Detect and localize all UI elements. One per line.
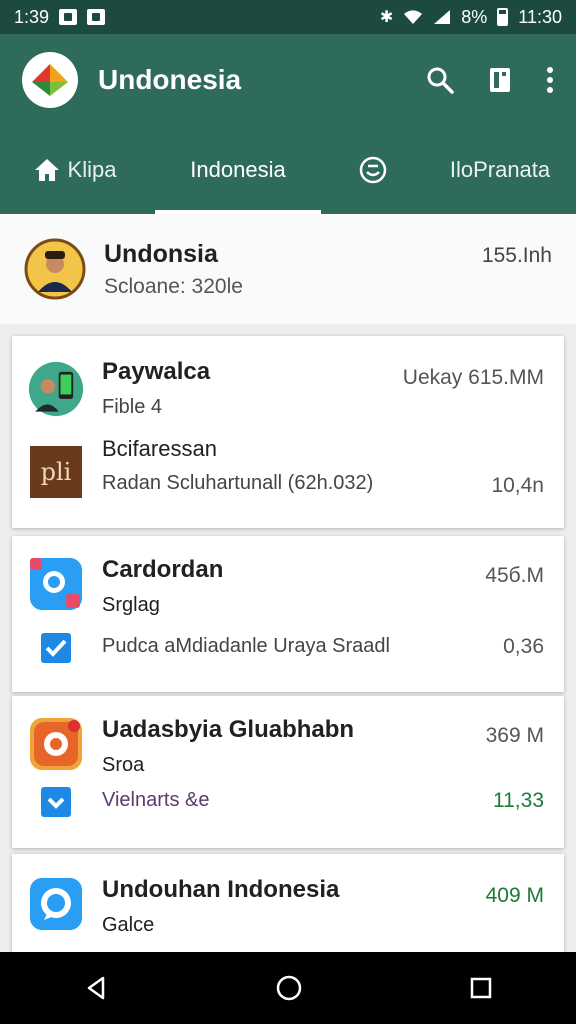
header-subtitle: Scloane: 320le	[104, 274, 243, 298]
wifi-icon	[404, 10, 423, 24]
search-icon[interactable]	[426, 66, 454, 94]
card-secondary-value: 0,36	[503, 635, 544, 658]
gallery-notification-icon	[87, 9, 106, 25]
card-title: Cardordan	[102, 556, 224, 583]
battery-percent: 8%	[461, 6, 488, 27]
card-secondary-sub: Vielnarts &e	[102, 789, 210, 811]
header-size: 155.Inh	[481, 244, 552, 267]
card-secondary-value: 10,4n	[491, 474, 544, 497]
tab-bar: Klipa Indonesia IloPranata	[0, 126, 576, 214]
list-card[interactable]: Uadasbyia Gluabhabn Sroa 369 M Vielnarts…	[12, 696, 564, 848]
card-secondary-sub: Radan Scluhartunall (62h.032)	[102, 472, 374, 494]
card-subtitle: Galce	[102, 914, 155, 936]
notification-icon	[59, 9, 78, 25]
list-card[interactable]: Cardordan Srglag 45б.M Pudca aMdiadanle …	[12, 536, 564, 692]
card-title: Undouhan Indonesia	[102, 876, 340, 903]
pli-app-icon: pli	[30, 446, 82, 498]
card-subtitle: Sroa	[102, 754, 145, 776]
status-time-left: 1:39	[14, 6, 50, 27]
back-icon[interactable]	[83, 975, 109, 1001]
emoji-icon	[359, 156, 387, 184]
card-subtitle: Srglag	[102, 594, 160, 616]
camera-app-icon	[30, 558, 82, 610]
orange-app-icon	[30, 718, 82, 770]
home-icon	[34, 159, 59, 181]
tab-home[interactable]: Klipa	[0, 126, 150, 214]
card-size: 369 M	[485, 724, 544, 747]
recents-icon[interactable]	[469, 976, 493, 1000]
bluetooth-icon: ✱	[379, 9, 394, 26]
more-vert-icon[interactable]	[546, 66, 554, 94]
avatar	[24, 238, 86, 300]
card-size: 45б.M	[485, 564, 544, 587]
card-size: 409 M	[485, 884, 544, 907]
checkbox-chevron-icon[interactable]	[39, 785, 73, 819]
checkbox-checked-icon[interactable]	[39, 631, 73, 665]
header-title: Undonsia	[104, 239, 218, 268]
status-bar: 1:39 ✱ 8% 11:30	[0, 0, 576, 34]
app-title: Undonesia	[98, 64, 242, 95]
tab-emoji[interactable]	[321, 126, 425, 214]
profile-phone-icon	[28, 361, 84, 417]
card-size: Uekay 615.MM	[402, 366, 544, 389]
content-list: Undonsia Scloane: 320le 155.Inh Paywalca…	[0, 214, 576, 952]
card-subtitle: Fible 4	[102, 396, 163, 418]
chat-app-icon	[30, 878, 82, 930]
battery-icon	[497, 8, 509, 26]
app-bar: Undonesia Klipa Indonesia IloPranata	[0, 34, 576, 214]
list-card[interactable]: Undouhan Indonesia Galce 409 M	[12, 854, 564, 952]
account-header[interactable]: Undonsia Scloane: 320le 155.Inh	[0, 214, 576, 324]
book-icon[interactable]	[488, 66, 512, 94]
tab-ilopranata[interactable]: IloPranata	[425, 126, 575, 214]
list-card[interactable]: Paywalca Fible 4 Uekay 615.MM pli Bcifar…	[12, 336, 564, 528]
tab-ilopranata-label: IloPranata	[449, 157, 551, 182]
tab-indonesia[interactable]: Indonesia	[155, 126, 321, 214]
card-title: Paywalca	[102, 358, 211, 385]
card-secondary-value: 11,33	[493, 789, 544, 812]
app-logo-icon	[22, 52, 78, 108]
card-secondary-title: Bcifaressan	[102, 436, 217, 461]
home-button-icon[interactable]	[275, 974, 303, 1002]
system-nav-bar	[0, 952, 576, 1024]
card-secondary-sub: Pudca aMdiadanle Uraya Sraadl	[102, 635, 390, 657]
card-title: Uadasbyia Gluabhabn	[102, 716, 355, 743]
status-time-right: 11:30	[518, 6, 562, 27]
tab-indonesia-label: Indonesia	[190, 157, 286, 182]
tab-home-label: Klipa	[67, 157, 117, 182]
signal-icon	[434, 10, 451, 24]
